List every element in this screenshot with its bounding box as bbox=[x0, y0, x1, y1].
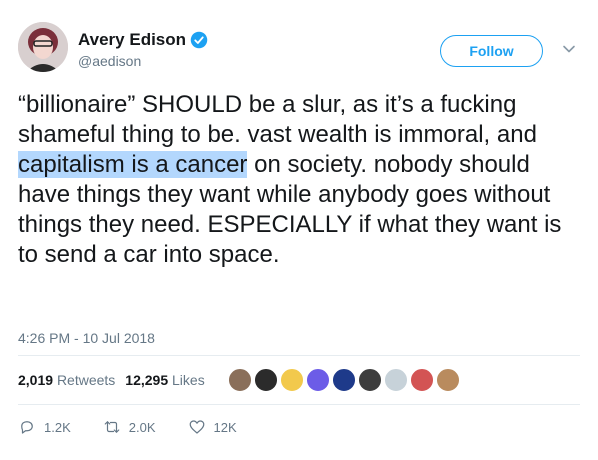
chevron-down-icon[interactable] bbox=[562, 42, 576, 56]
liker-avatar[interactable] bbox=[436, 368, 460, 392]
retweet-icon bbox=[104, 421, 120, 433]
liker-avatar[interactable] bbox=[280, 368, 304, 392]
liker-avatar[interactable] bbox=[254, 368, 278, 392]
likes-stat[interactable]: 12,295 Likes bbox=[125, 372, 204, 388]
tweet-actions: 1.2K 2.0K 12K bbox=[18, 418, 269, 436]
retweets-count: 2,019 bbox=[18, 372, 54, 388]
heart-icon bbox=[189, 420, 204, 434]
retweets-label: Retweets bbox=[56, 372, 116, 388]
verified-badge-icon bbox=[190, 31, 208, 49]
follow-button[interactable]: Follow bbox=[440, 35, 543, 67]
user-name[interactable]: Avery Edison bbox=[78, 30, 186, 50]
likes-label: Likes bbox=[172, 372, 205, 388]
reply-button[interactable]: 1.2K bbox=[18, 418, 71, 436]
liker-avatar[interactable] bbox=[358, 368, 382, 392]
tweet-text-highlight: capitalism is a cancer bbox=[18, 151, 248, 178]
divider bbox=[18, 404, 580, 405]
divider bbox=[18, 355, 580, 356]
liker-avatar[interactable] bbox=[410, 368, 434, 392]
avatar-image bbox=[18, 22, 68, 72]
user-handle[interactable]: @aedison bbox=[78, 53, 141, 69]
retweets-stat[interactable]: 2,019 Retweets bbox=[18, 372, 115, 388]
tweet-text: “billionaire” SHOULD be a slur, as it’s … bbox=[18, 90, 583, 270]
user-avatar[interactable] bbox=[18, 22, 68, 72]
liker-avatar[interactable] bbox=[228, 368, 252, 392]
reply-count: 1.2K bbox=[44, 419, 71, 435]
like-button[interactable]: 12K bbox=[188, 418, 237, 436]
retweet-count: 2.0K bbox=[128, 419, 156, 435]
liker-avatar[interactable] bbox=[332, 368, 356, 392]
tweet-stats: 2,019 Retweets 12,295 Likes bbox=[18, 372, 205, 388]
liker-avatars bbox=[228, 368, 462, 392]
liker-avatar[interactable] bbox=[306, 368, 330, 392]
author-info: Avery Edison bbox=[78, 30, 208, 50]
tweet-timestamp[interactable]: 4:26 PM - 10 Jul 2018 bbox=[18, 330, 155, 346]
reply-icon bbox=[21, 421, 33, 434]
retweet-button[interactable]: 2.0K bbox=[103, 418, 156, 436]
likes-count: 12,295 bbox=[125, 372, 169, 388]
liker-avatar[interactable] bbox=[384, 368, 408, 392]
tweet-text-before: “billionaire” SHOULD be a slur, as it’s … bbox=[18, 91, 537, 148]
like-count: 12K bbox=[213, 419, 237, 435]
